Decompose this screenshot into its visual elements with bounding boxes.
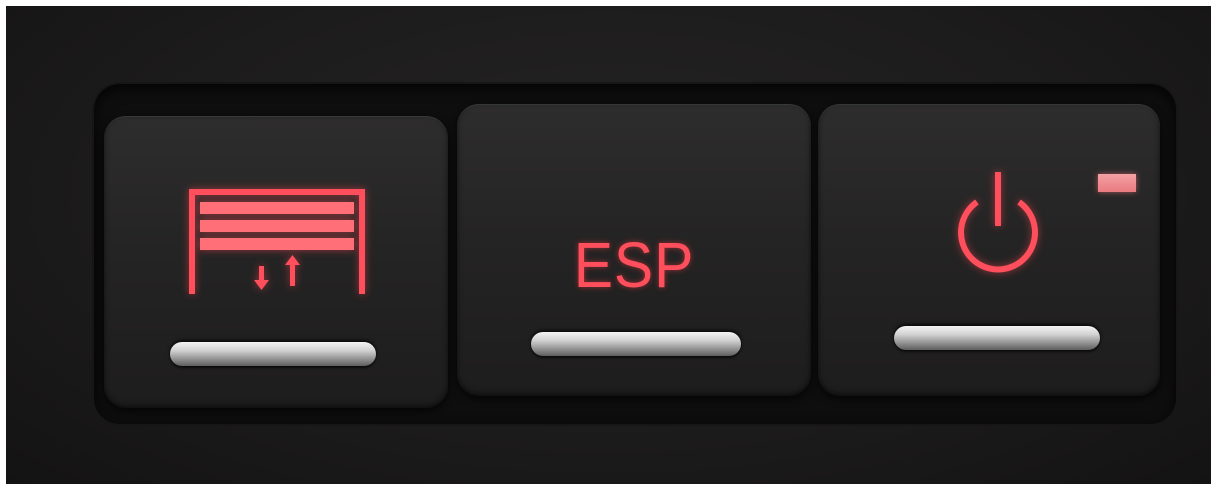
chrome-trim-bar bbox=[531, 332, 741, 356]
chrome-trim-bar bbox=[894, 326, 1100, 350]
console-panel: ESP bbox=[6, 6, 1211, 484]
status-led bbox=[1098, 174, 1136, 192]
esp-button[interactable]: ESP bbox=[457, 104, 811, 396]
chrome-trim-bar bbox=[170, 342, 376, 366]
power-icon bbox=[950, 166, 1046, 276]
garage-door-icon bbox=[188, 188, 368, 300]
garage-door-button[interactable] bbox=[104, 116, 448, 408]
power-button[interactable] bbox=[818, 104, 1160, 396]
esp-label: ESP bbox=[573, 229, 695, 301]
